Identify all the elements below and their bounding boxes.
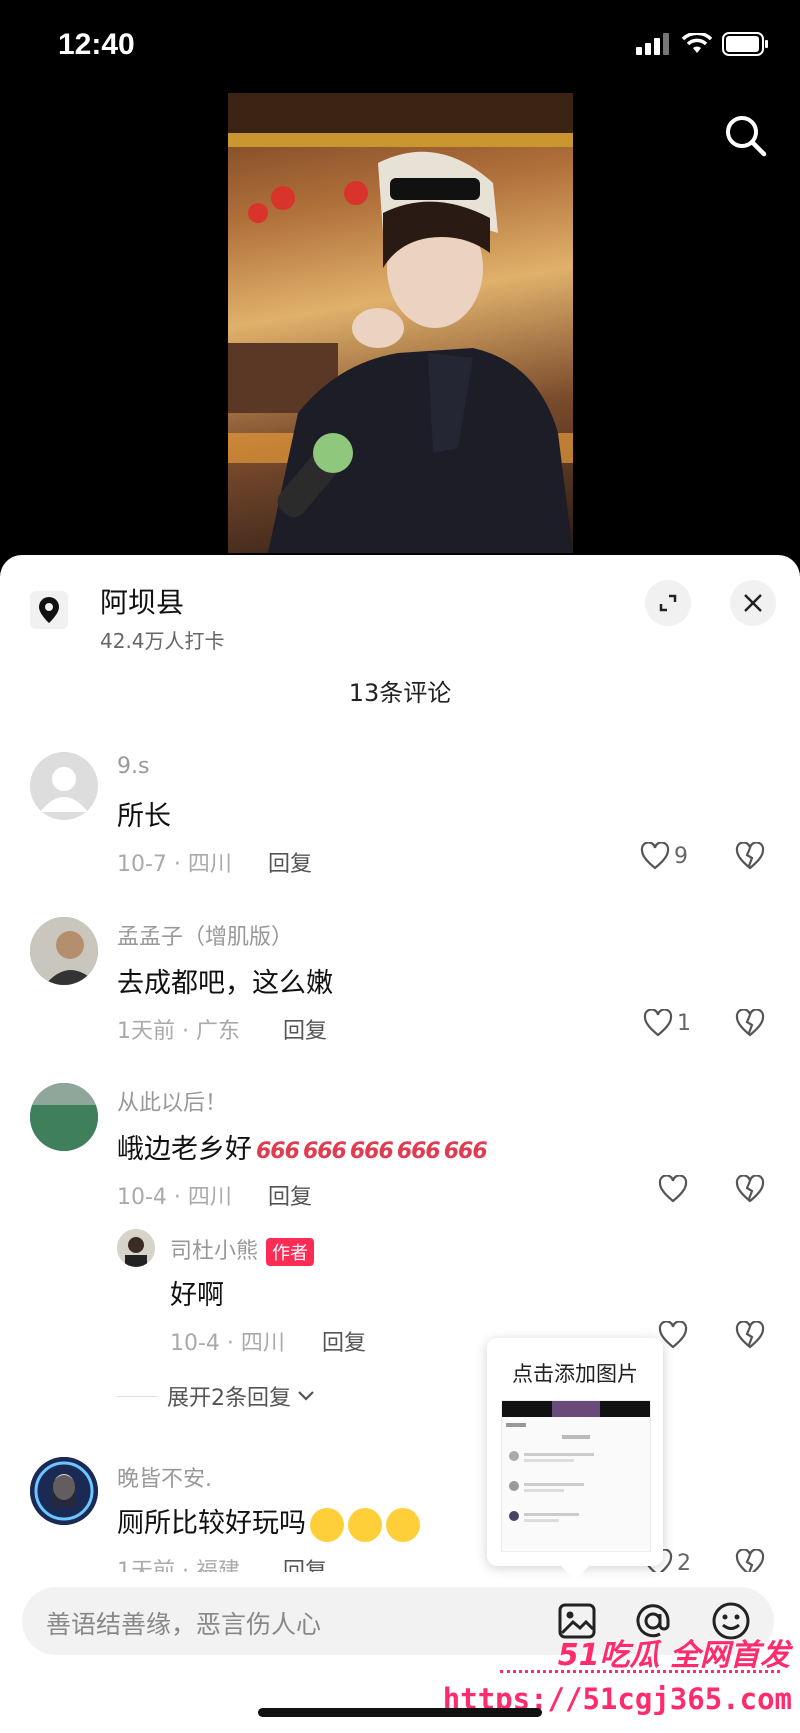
search-button[interactable] [720, 110, 772, 162]
location-checkins: 42.4万人打卡 [100, 629, 225, 653]
screenshot-thumbnail [501, 1400, 651, 1552]
broken-heart-icon [735, 1174, 765, 1203]
like-button[interactable]: 9 [640, 842, 688, 870]
video-frame-image [228, 93, 573, 553]
reply-button[interactable]: 回复 [283, 1013, 327, 1045]
emoji-666: 666 [256, 1139, 300, 1164]
site-watermark: 51吃瓜 全网首发 https://51cgj365.com [443, 1630, 800, 1730]
emoji-666: 666 [349, 1139, 394, 1164]
comment-text: 峨边老乡好 666 666 666 666 666 [117, 1127, 488, 1166]
heart-icon [643, 1009, 673, 1037]
like-button[interactable]: 1 [643, 1009, 691, 1037]
comment-author[interactable]: 孟孟子（增肌版） [117, 919, 293, 951]
video-player[interactable] [228, 93, 573, 553]
wifi-icon [682, 33, 712, 53]
search-icon [726, 116, 767, 157]
comment-text-body: 厕所比较好玩吗 [117, 1508, 306, 1539]
comment-input-placeholder[interactable]: 善语结善缘，恶言伤人心 [46, 1605, 321, 1641]
like-button[interactable] [658, 1175, 688, 1203]
comment-author[interactable]: 晚皆不安. [117, 1461, 212, 1493]
comment-meta: 1天前 · 广东 [117, 1019, 240, 1044]
location-pin-icon [30, 591, 68, 629]
heart-icon [640, 842, 670, 870]
home-indicator[interactable] [258, 1708, 542, 1717]
watermark-title: 51吃瓜 全网首发 [557, 1638, 790, 1673]
expand-icon [659, 594, 677, 612]
comment-meta: 10-4 · 四川 [170, 1331, 285, 1356]
comment-text-body: 峨边老乡好 [117, 1134, 252, 1165]
broken-heart-icon [735, 841, 765, 870]
close-icon [744, 594, 762, 612]
dislike-button[interactable] [735, 841, 765, 874]
avatar[interactable] [117, 1229, 155, 1267]
add-image-tooltip[interactable]: 点击添加图片 [487, 1338, 663, 1581]
comment-text: 去成都吧，这么嫩 [117, 968, 333, 999]
location-name[interactable]: 阿坝县 [100, 581, 184, 621]
comment-count: 13条评论 [348, 679, 452, 707]
comment-author[interactable]: 司杜小熊 作者 [170, 1233, 315, 1266]
emoji-666: 666 [302, 1139, 347, 1164]
avatar[interactable] [30, 1083, 98, 1151]
heart-icon [658, 1175, 688, 1203]
status-time: 12:40 [58, 28, 135, 61]
broken-heart-icon [735, 1320, 765, 1349]
emoji-666: 666 [396, 1139, 441, 1164]
grinning-sweat-emoji-icon [348, 1507, 382, 1542]
signal-icon [636, 33, 669, 55]
broken-heart-icon [735, 1008, 765, 1037]
avatar[interactable] [30, 1457, 98, 1525]
close-button[interactable] [730, 580, 776, 626]
expand-replies-button[interactable]: 展开2条回复 [117, 1380, 315, 1412]
divider [117, 1395, 157, 1397]
comment-meta: 10-7 · 四川 [117, 852, 232, 877]
reply-button[interactable]: 回复 [268, 846, 312, 878]
like-count: 9 [674, 843, 688, 869]
grinning-sweat-emoji-icon [310, 1507, 344, 1542]
comment-text: 好啊 [170, 1280, 224, 1311]
comment-author[interactable]: 9.s [117, 754, 149, 779]
emoji-666: 666 [443, 1139, 488, 1164]
status-icons [636, 32, 770, 56]
comment-author[interactable]: 从此以后！ [117, 1085, 227, 1117]
author-badge: 作者 [266, 1238, 315, 1266]
comment-text: 所长 [117, 801, 171, 832]
expand-button[interactable] [645, 580, 691, 626]
dislike-button[interactable] [735, 1320, 765, 1353]
comment-meta: 10-4 · 四川 [117, 1185, 232, 1210]
reply-button[interactable]: 回复 [322, 1325, 366, 1357]
reply-author-name: 司杜小熊 [170, 1239, 259, 1264]
reply-button[interactable]: 回复 [268, 1179, 312, 1211]
avatar[interactable] [30, 917, 98, 985]
grinning-sweat-emoji-icon [386, 1507, 420, 1542]
chevron-down-icon [298, 1391, 314, 1401]
battery-icon [722, 32, 768, 56]
status-bar: 12:40 [0, 0, 800, 95]
expand-replies-label: 展开2条回复 [167, 1386, 291, 1411]
avatar[interactable] [30, 752, 98, 820]
like-count: 1 [677, 1010, 691, 1036]
comment-text: 厕所比较好玩吗 [117, 1501, 420, 1542]
dislike-button[interactable] [735, 1008, 765, 1041]
tooltip-title: 点击添加图片 [512, 1362, 638, 1386]
dislike-button[interactable] [735, 1174, 765, 1207]
